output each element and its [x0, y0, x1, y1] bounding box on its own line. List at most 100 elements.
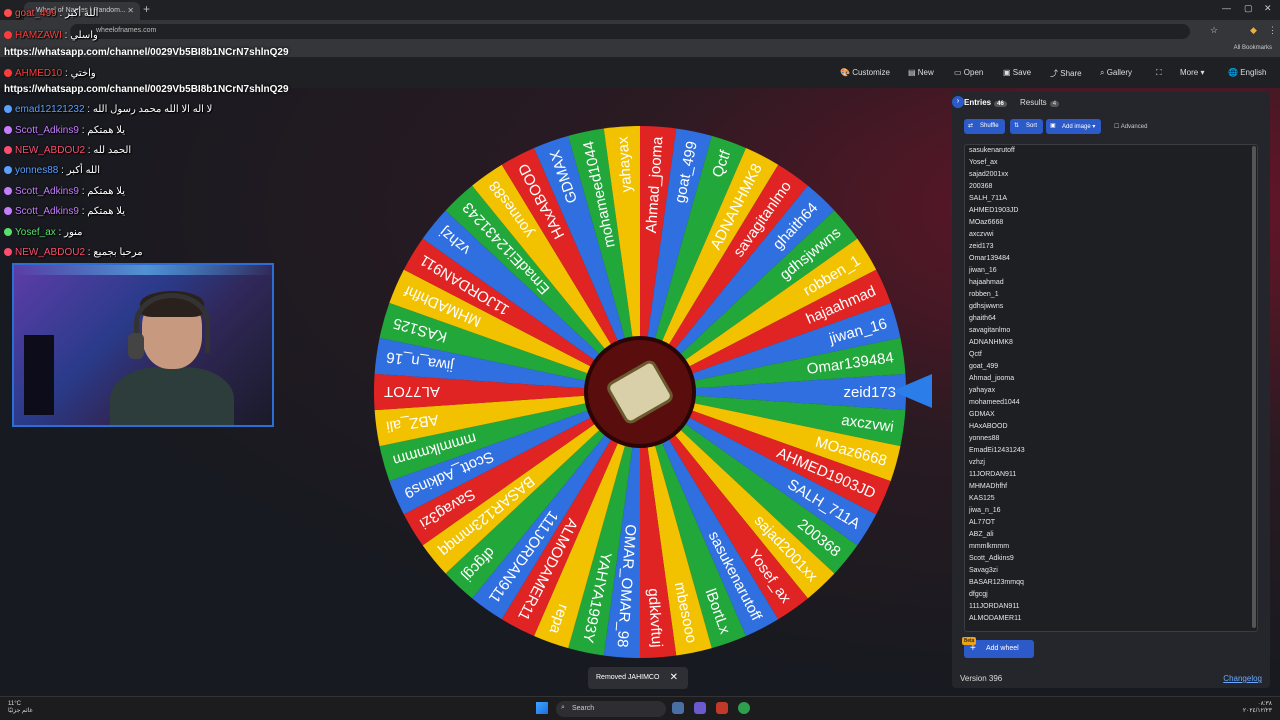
chat-text: الحمد لله: [93, 145, 132, 156]
new-tab-icon[interactable]: +: [143, 2, 150, 16]
save-button[interactable]: ▣ Save: [1003, 68, 1031, 77]
tab-close-icon[interactable]: ✕: [127, 6, 134, 15]
streamer-body: [110, 367, 234, 425]
tab-results[interactable]: Results 4: [1020, 98, 1060, 107]
chat-text: منور: [64, 227, 83, 238]
advanced-checkbox[interactable]: ☐ Advanced: [1114, 123, 1147, 130]
chat-message: yonnes88 : الله أكبر: [4, 165, 100, 176]
chat-message: Scott_Adkins9 : يلا همتكم: [4, 206, 125, 217]
url-field[interactable]: wheelofnames.com: [70, 24, 1190, 39]
chat-badge-icon: [4, 126, 12, 135]
open-button[interactable]: ▭ Open: [954, 68, 983, 77]
toast-text: Removed JAHIMCO: [596, 674, 660, 681]
entry-line: gdhsjwwns: [969, 303, 1004, 310]
discord-icon[interactable]: [694, 702, 706, 714]
fullscreen-icon[interactable]: ⛶: [1156, 68, 1162, 78]
chat-badge-icon: [4, 146, 12, 155]
chat-username: HAMZAWI: [15, 30, 62, 41]
wheel-segment-label: zeid173: [843, 384, 896, 401]
entry-line: GDMAX: [969, 411, 995, 418]
entry-line: Ahmad_jooma: [969, 375, 1015, 382]
more-button[interactable]: More ▾: [1180, 68, 1204, 77]
all-bookmarks[interactable]: All Bookmarks: [1234, 45, 1272, 51]
chat-badge-icon: [4, 105, 12, 114]
streamer: [110, 285, 234, 425]
add-image-button[interactable]: ▣ Add image ▾: [1046, 119, 1102, 134]
gallery-button[interactable]: ⌕ Gallery: [1100, 68, 1132, 78]
add-image-label: Add image: [1062, 124, 1091, 130]
customize-label: Customize: [852, 68, 890, 77]
entry-line: AHMED1903JD: [969, 207, 1019, 214]
entry-line: Savag3zi: [969, 567, 998, 574]
entry-line: dfgcgj: [969, 591, 988, 598]
entry-line: mohameed1044: [969, 399, 1020, 406]
maximize-icon[interactable]: ▢: [1244, 3, 1253, 14]
chrome-icon[interactable]: [738, 702, 750, 714]
chat-username: NEW_ABDOU2: [15, 247, 86, 258]
entries-scrollbar[interactable]: [1252, 146, 1256, 628]
share-button[interactable]: ⤴ Share: [1050, 68, 1082, 79]
wheel-segment-label: AL77OT: [384, 383, 440, 400]
changelog-link[interactable]: Changelog: [1223, 674, 1262, 683]
entry-line: HAxABOOD: [969, 423, 1008, 430]
weather-widget[interactable]: 11°C غائم جزئيًا: [8, 701, 33, 714]
extension-icon[interactable]: ◆: [1250, 25, 1257, 36]
toast-close-icon[interactable]: ✕: [670, 672, 678, 683]
chat-badge-icon: [4, 31, 12, 40]
chat-text: يلا همتكم: [87, 186, 126, 197]
chat-username: Yosef_ax: [15, 227, 56, 238]
chat-username: yonnes88: [15, 165, 59, 176]
toast-notification: Removed JAHIMCO ✕: [588, 667, 688, 689]
new-button[interactable]: ▤ New: [908, 68, 934, 77]
entry-line: ALMODAMER11: [969, 615, 1022, 622]
chat-badge-icon: [4, 69, 12, 78]
entry-line: goat_499: [969, 363, 999, 370]
wheel-svg[interactable]: zeid173axczvwiMOaz6668AHMED1903JDSALH_71…: [370, 122, 910, 662]
browser-tabbar: Wheel of Names | Random... ✕ + — ▢ ✕: [0, 0, 1280, 20]
tab-results-label: Results: [1020, 98, 1047, 107]
entry-line: vzhzj: [969, 459, 985, 466]
customize-button[interactable]: 🎨 Customize: [840, 68, 890, 77]
advanced-label: Advanced: [1120, 124, 1148, 130]
star-icon[interactable]: ☆: [1210, 25, 1218, 36]
minimize-icon[interactable]: —: [1222, 3, 1231, 13]
chat-message: NEW_ABDOU2 : الحمد لله: [4, 145, 131, 156]
entry-line: mmmlkmmm: [969, 543, 1010, 550]
chat-text: الله أكبر: [66, 165, 101, 176]
sort-label: Sort: [1026, 123, 1038, 129]
language-button[interactable]: 🌐 English: [1228, 68, 1266, 77]
file-explorer-icon[interactable]: [672, 702, 684, 714]
results-count-badge: 4: [1049, 101, 1060, 107]
entry-line: ADNANHMK8: [969, 339, 1013, 346]
wheel[interactable]: zeid173 axczvwi MOaz6668 AHMED1903JD SALH_71…: [370, 122, 910, 662]
taskbar-search[interactable]: ⌕ Search: [556, 701, 666, 717]
chat-text: واسلي: [70, 30, 98, 41]
chat-badge-icon: [4, 207, 12, 216]
collapse-panel-icon[interactable]: ›: [952, 96, 964, 108]
headset-ear-icon: [128, 333, 144, 359]
chat-username: Scott_Adkins9: [15, 125, 79, 136]
sort-button[interactable]: ⇅ Sort: [1010, 119, 1044, 134]
version-text: Version 396: [960, 674, 1003, 683]
tab-entries[interactable]: Entries 46: [964, 98, 1007, 107]
entries-textarea[interactable]: sasukenarutoff Yosef_ax sajad2001xx 200368 S…: [964, 144, 1258, 632]
obs-icon[interactable]: [716, 702, 728, 714]
whatsapp-link-2: https://whatsapp.com/channel/0029Vb5BI8b…: [4, 84, 289, 95]
add-wheel-label: Add wheel: [986, 645, 1019, 652]
window-close-icon[interactable]: ✕: [1264, 3, 1272, 14]
chat-message: NEW_ABDOU2 : مرحبا بجميع: [4, 247, 143, 258]
entry-line: Scott_Adkins9: [969, 555, 1014, 562]
tab-entries-label: Entries: [964, 98, 992, 107]
chat-text: يلا همتكم: [87, 125, 126, 136]
entry-line: Yosef_ax: [969, 159, 998, 166]
beta-badge: Beta: [962, 637, 977, 645]
entry-line: ghaith64: [969, 315, 996, 322]
shuffle-button[interactable]: ⇄ Shuffle: [964, 119, 1005, 134]
start-icon[interactable]: [536, 702, 548, 714]
menu-dots-icon[interactable]: ⋮: [1268, 25, 1277, 36]
chat-badge-icon: [4, 187, 12, 196]
entry-line: sajad2001xx: [969, 171, 1009, 178]
share-label: Share: [1060, 69, 1082, 78]
entry-line: jiwa_n_16: [969, 507, 1001, 514]
chat-message: Yosef_ax : منور: [4, 227, 83, 238]
